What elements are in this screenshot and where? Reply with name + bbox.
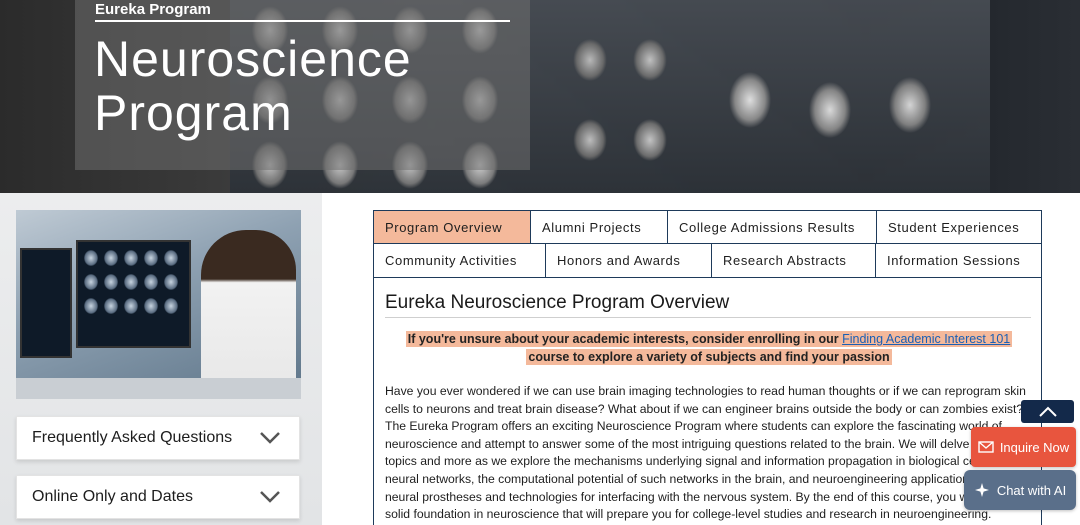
chevron-up-icon (1038, 406, 1057, 417)
inquire-now-button[interactable]: Inquire Now (971, 427, 1076, 467)
accordion-label: Online Only and Dates (32, 488, 193, 505)
chat-label: Chat with AI (996, 482, 1067, 498)
overview-paragraph: Have you ever wondered if we can use bra… (385, 384, 1026, 522)
sparkle-icon (974, 483, 989, 497)
monitor-graphic (76, 240, 191, 348)
accordion-online-dates[interactable]: Online Only and Dates (16, 475, 300, 519)
tab-honors-awards[interactable]: Honors and Awards (546, 244, 712, 277)
program-photo (16, 210, 301, 399)
chat-with-ai-button[interactable]: Chat with AI (964, 470, 1076, 510)
tab-community-activities[interactable]: Community Activities (374, 244, 546, 277)
tab-information-sessions[interactable]: Information Sessions (876, 244, 1041, 277)
tab-college-admissions-results[interactable]: College Admissions Results (668, 211, 877, 243)
tab-panel: Eureka Neuroscience Program Overview If … (373, 278, 1042, 525)
inquire-label: Inquire Now (999, 439, 1070, 455)
hero-banner: Eureka Program Neuroscience Program (0, 0, 1080, 193)
section-divider (385, 317, 1031, 318)
accordion-faq[interactable]: Frequently Asked Questions (16, 416, 300, 460)
monitor-graphic (20, 248, 72, 358)
page-title: Neuroscience Program (94, 31, 412, 141)
researcher-figure (201, 230, 296, 399)
section-title: Eureka Neuroscience Program Overview (385, 292, 730, 313)
chevron-down-icon (260, 432, 280, 444)
mail-icon (978, 441, 994, 453)
tab-row: Program Overview Alumni Projects College… (373, 210, 1042, 244)
scroll-to-top-button[interactable] (1021, 400, 1074, 423)
accordion-label: Frequently Asked Questions (32, 429, 233, 446)
tab-student-experiences[interactable]: Student Experiences (877, 211, 1041, 243)
tab-alumni-projects[interactable]: Alumni Projects (531, 211, 668, 243)
finding-academic-interest-link[interactable]: Finding Academic Interest 101 (842, 332, 1010, 346)
chevron-down-icon (260, 491, 280, 503)
tab-row: Community Activities Honors and Awards R… (373, 244, 1042, 278)
callout-highlight: If you're unsure about your academic int… (405, 331, 1013, 365)
program-tabs: Program Overview Alumni Projects College… (373, 210, 1042, 278)
desk-graphic (16, 378, 301, 399)
tab-research-abstracts[interactable]: Research Abstracts (712, 244, 876, 277)
hero-eyebrow: Eureka Program (95, 1, 211, 18)
tab-program-overview[interactable]: Program Overview (374, 211, 531, 243)
callout-text: If you're unsure about your academic int… (407, 332, 843, 346)
interest-callout: If you're unsure about your academic int… (394, 330, 1024, 366)
hero-divider (95, 20, 510, 22)
callout-text: course to explore a variety of subjects … (528, 350, 890, 364)
